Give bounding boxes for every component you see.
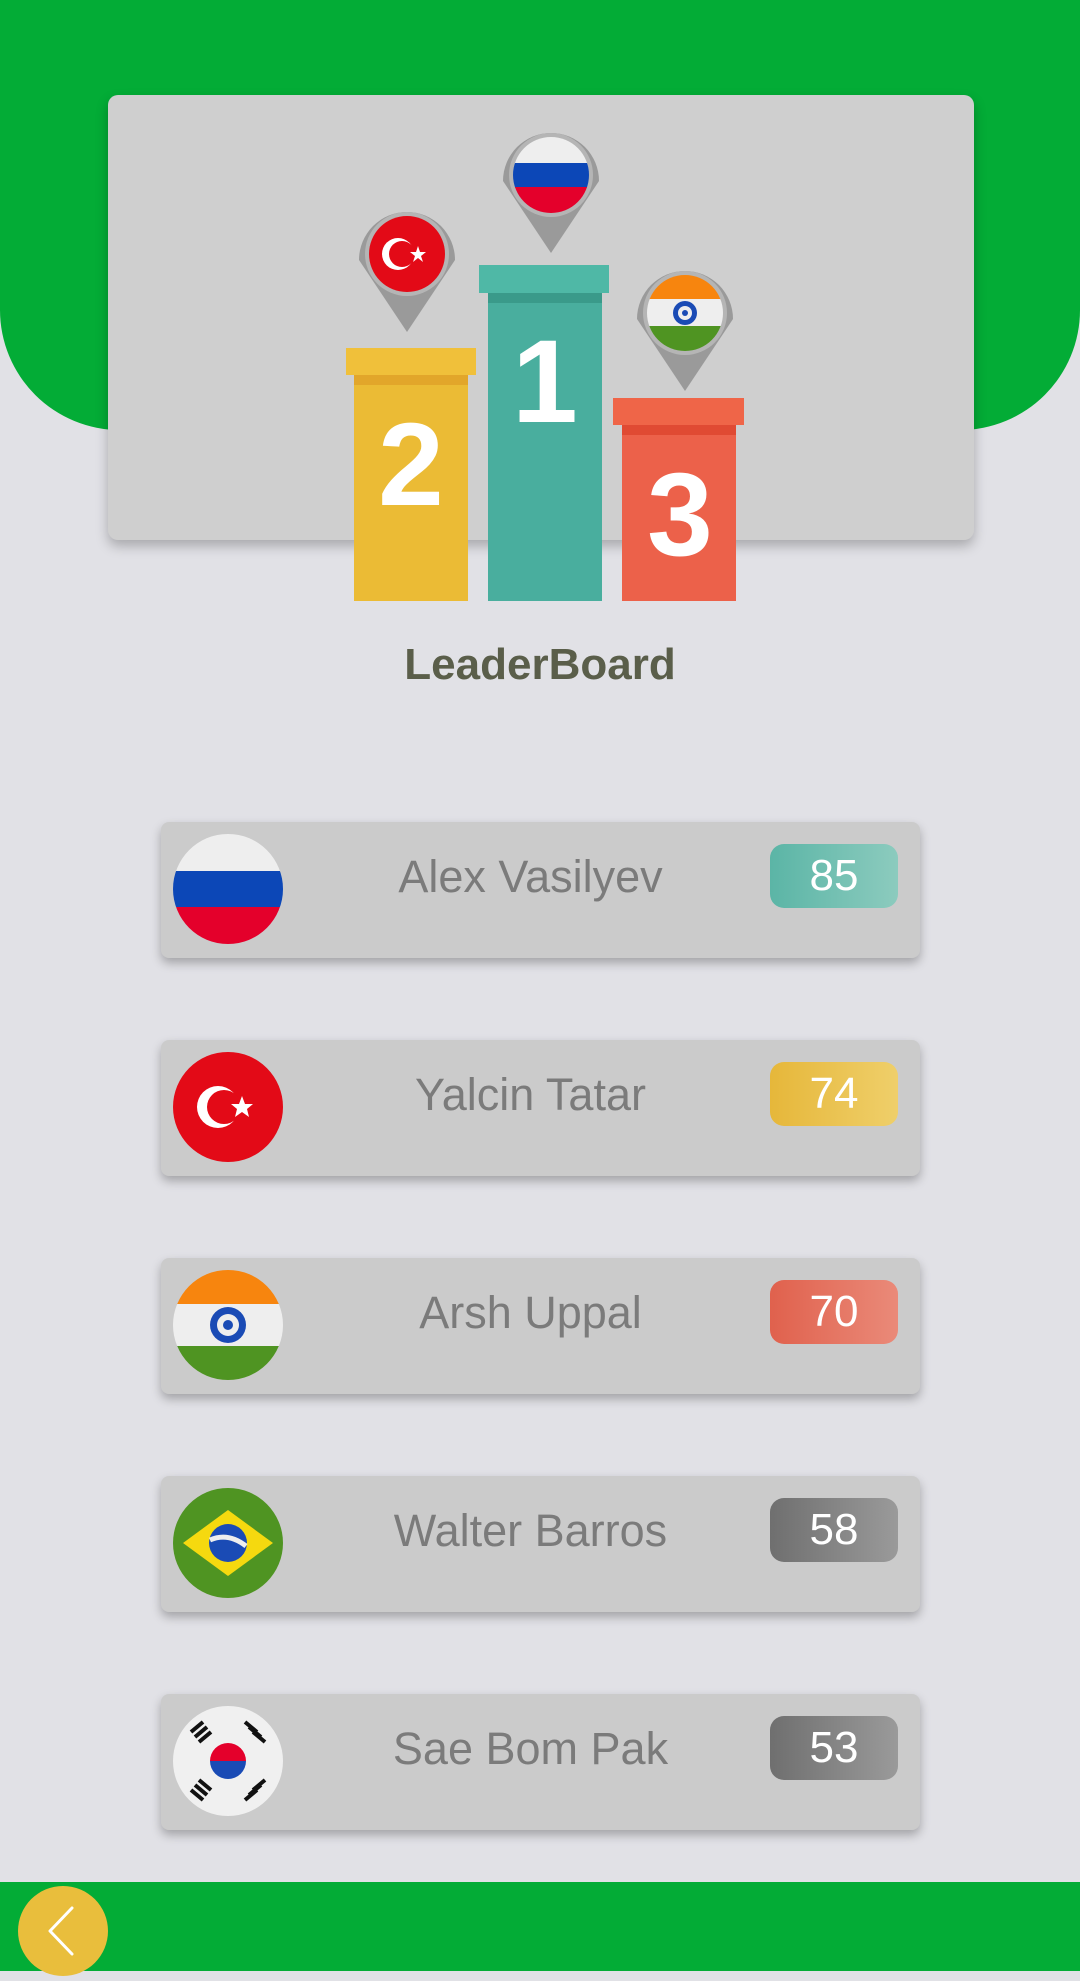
turkey-flag-icon	[173, 1052, 283, 1162]
score-badge: 70	[770, 1280, 898, 1344]
leaderboard-row[interactable]: Yalcin Tatar 74	[161, 1040, 920, 1176]
leaderboard-row[interactable]: Walter Barros 58	[161, 1476, 920, 1612]
player-name: Arsh Uppal	[419, 1287, 642, 1338]
podium-card	[108, 95, 974, 540]
player-name: Sae Bom Pak	[392, 1723, 669, 1774]
score-badge: 85	[770, 844, 898, 908]
page-title: LeaderBoard	[404, 640, 676, 689]
south-korea-flag-icon	[173, 1706, 283, 1816]
leaderboard-row[interactable]: Arsh Uppal 70	[161, 1258, 920, 1394]
chevron-left-icon	[48, 1906, 74, 1956]
back-button[interactable]	[18, 1886, 108, 1976]
score-badge: 53	[770, 1716, 898, 1780]
bottom-bar	[0, 1882, 1080, 1971]
india-flag-icon	[173, 1270, 283, 1380]
score-badge: 74	[770, 1062, 898, 1126]
leaderboard-row[interactable]: Alex Vasilyev 85	[161, 822, 920, 958]
score-badge: 58	[770, 1498, 898, 1562]
player-name: Walter Barros	[393, 1505, 668, 1556]
leaderboard-row[interactable]: Sae Bom Pak 53	[161, 1694, 920, 1830]
russia-flag-icon	[173, 834, 283, 944]
player-name: Alex Vasilyev	[398, 851, 663, 902]
brazil-flag-icon	[173, 1488, 283, 1598]
player-name: Yalcin Tatar	[415, 1069, 646, 1120]
